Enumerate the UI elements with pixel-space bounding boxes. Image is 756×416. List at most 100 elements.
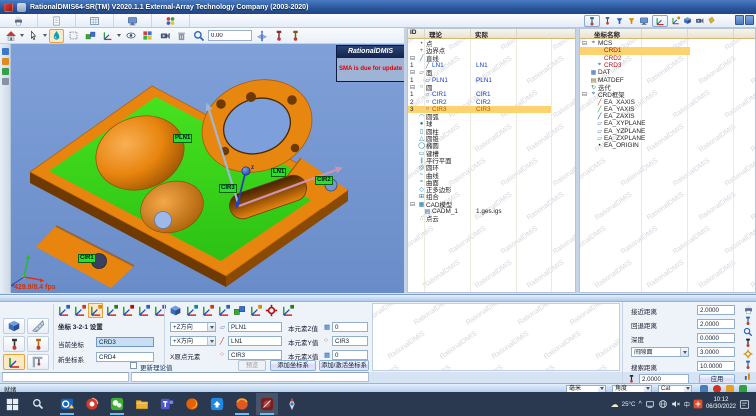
color-settings-button[interactable] xyxy=(140,29,155,43)
strip-cad-icon[interactable] xyxy=(2,68,9,75)
coord-method-14-button[interactable] xyxy=(264,303,279,318)
tray-expand-chevron[interactable]: ^ xyxy=(638,401,641,408)
z-direction-select[interactable]: +Z方向 xyxy=(170,322,216,332)
calibration-button[interactable] xyxy=(27,318,49,334)
box-select-button[interactable] xyxy=(66,29,81,43)
coord-method-4-button[interactable] xyxy=(104,303,119,318)
dock-pin-button[interactable] xyxy=(735,15,744,25)
feature-label-ln1[interactable]: LN1 xyxy=(271,168,286,177)
depth-field[interactable]: 0.0000 xyxy=(697,333,735,343)
clear-button[interactable] xyxy=(174,29,189,43)
tab-table[interactable] xyxy=(76,14,114,27)
coord-row-ea-xyplane[interactable]: ▱EA_XYPLANE xyxy=(580,120,755,127)
probe-config-button[interactable] xyxy=(3,336,25,352)
coord-method-6-button[interactable] xyxy=(136,303,151,318)
tab-output[interactable] xyxy=(0,14,38,27)
taskbar-search-button[interactable] xyxy=(27,393,49,415)
tab-report[interactable] xyxy=(38,14,76,27)
feature-row-cad-model[interactable]: ▦CAD模型 xyxy=(408,201,575,208)
taskbar-rationaldmis-active[interactable] xyxy=(256,393,278,415)
approach-field[interactable]: 2.0000 xyxy=(697,305,735,315)
notification-center-icon[interactable] xyxy=(739,399,750,410)
expander-icon[interactable] xyxy=(408,201,417,208)
taskbar-wechat[interactable] xyxy=(106,393,128,415)
gear-icon[interactable] xyxy=(743,349,753,359)
tag-icon[interactable] xyxy=(707,16,716,25)
temperature[interactable]: 25°C xyxy=(622,401,636,408)
axis-add-icon[interactable] xyxy=(671,16,680,25)
weather-icon[interactable]: ☁ xyxy=(611,400,619,409)
expander-icon[interactable] xyxy=(408,69,417,76)
clearance-field[interactable]: 3.0000 xyxy=(697,347,735,357)
display-tray-icon[interactable] xyxy=(645,400,655,409)
feature-label-pln1[interactable]: PLN1 xyxy=(173,134,192,143)
current-coord-field[interactable]: CRD3 xyxy=(96,337,154,347)
feature-row-cir1[interactable]: 1○CIR1CIR1 xyxy=(408,91,575,98)
x-feature-field[interactable]: LN1 xyxy=(228,336,282,346)
tool-config-button[interactable] xyxy=(27,336,49,352)
element-x-field[interactable]: 0 xyxy=(332,350,368,360)
taskbar-outlook[interactable] xyxy=(56,393,78,415)
dock-close-button[interactable] xyxy=(745,15,754,25)
coord-method-2-button[interactable] xyxy=(72,303,87,318)
feature-label-cir3[interactable]: CIR3 xyxy=(219,184,237,193)
col-actual[interactable]: 实际 xyxy=(470,29,516,38)
taskbar-downloader[interactable] xyxy=(206,393,228,415)
cursor-dropdown-caret[interactable] xyxy=(43,34,47,37)
taskbar-clock[interactable]: 10:1206/30/2022 xyxy=(706,397,736,411)
coord-method-5-button[interactable] xyxy=(120,303,135,318)
magnifier-icon[interactable] xyxy=(743,327,753,337)
print-icon[interactable] xyxy=(743,304,754,315)
col-coord-name[interactable]: 坐标名称 xyxy=(580,29,641,38)
tolerance-input[interactable] xyxy=(208,30,252,41)
expander-icon[interactable] xyxy=(408,84,417,91)
coord-row-ea-xaxis[interactable]: ╱EA_XAXIS xyxy=(580,98,755,105)
coord-method-321-button-active[interactable] xyxy=(88,303,103,318)
col-id[interactable]: ID xyxy=(408,29,424,38)
coord-method-13-button[interactable] xyxy=(248,303,263,318)
camera-icon[interactable] xyxy=(695,16,704,25)
capture-button[interactable] xyxy=(157,29,172,43)
coord-row-crd3[interactable]: ⌖CRD3 xyxy=(580,62,755,69)
tab-graphics[interactable] xyxy=(152,14,190,27)
coordinate-display-button[interactable] xyxy=(100,29,115,43)
select-cursor-button[interactable] xyxy=(26,29,41,43)
coord-method-9-button[interactable] xyxy=(184,303,199,318)
origin-feature-field[interactable]: CIR3 xyxy=(228,350,282,360)
tray-app-icon[interactable] xyxy=(693,399,703,409)
coord-method-8-button[interactable] xyxy=(168,303,183,318)
update-theoretical-checkbox[interactable] xyxy=(130,362,137,369)
visibility-button[interactable] xyxy=(123,29,138,43)
machine-view-button[interactable] xyxy=(3,318,25,334)
tab-display[interactable] xyxy=(114,14,152,27)
taskbar-browser-ball[interactable] xyxy=(231,393,253,415)
speaker-muted-icon[interactable] xyxy=(671,399,681,409)
probe-small-icon[interactable] xyxy=(603,16,612,26)
coord-row-ea-origin[interactable]: •EA_ORIGIN xyxy=(580,142,755,149)
coord-row-crd-frame[interactable]: ⌖CRD框架 xyxy=(580,91,755,98)
feature-row-circle[interactable]: ○圆 xyxy=(408,84,575,91)
cube-icon[interactable] xyxy=(683,16,692,25)
coord-method-12-button[interactable] xyxy=(232,303,247,318)
search-field[interactable]: 10.0000 xyxy=(697,361,735,371)
coord-row-crd1-selected[interactable]: CRD1 xyxy=(580,47,690,54)
coord-method-1-button[interactable] xyxy=(56,303,71,318)
feature-row-line[interactable]: ╱直线 xyxy=(408,55,575,62)
strip-settings-icon[interactable] xyxy=(2,78,9,85)
strip-view-icon[interactable] xyxy=(2,48,9,55)
axis-dropdown-caret[interactable] xyxy=(117,34,121,37)
coord-row-ea-yzplane[interactable]: ▱EA_YZPLANE xyxy=(580,128,755,135)
feature-row-plane[interactable]: ▱面 xyxy=(408,69,575,76)
coord-row-crd2[interactable]: CRD2 xyxy=(580,55,755,62)
z-feature-field[interactable]: PLN1 xyxy=(228,322,282,332)
retract-field[interactable]: 2.0000 xyxy=(697,319,735,329)
coord-method-15-button[interactable] xyxy=(280,303,295,318)
probe-dark-icon[interactable] xyxy=(743,338,753,348)
probe-manager-button[interactable] xyxy=(288,29,303,43)
coord-row-dat[interactable]: ▦DAT xyxy=(580,69,755,76)
feature-row-point-cloud[interactable]: ∴点云 xyxy=(408,215,575,222)
filter-orange-icon[interactable] xyxy=(627,16,636,26)
probe-icon[interactable] xyxy=(743,316,753,326)
new-coord-field[interactable]: CRD4 xyxy=(96,352,154,362)
home-view-button[interactable] xyxy=(3,29,18,43)
